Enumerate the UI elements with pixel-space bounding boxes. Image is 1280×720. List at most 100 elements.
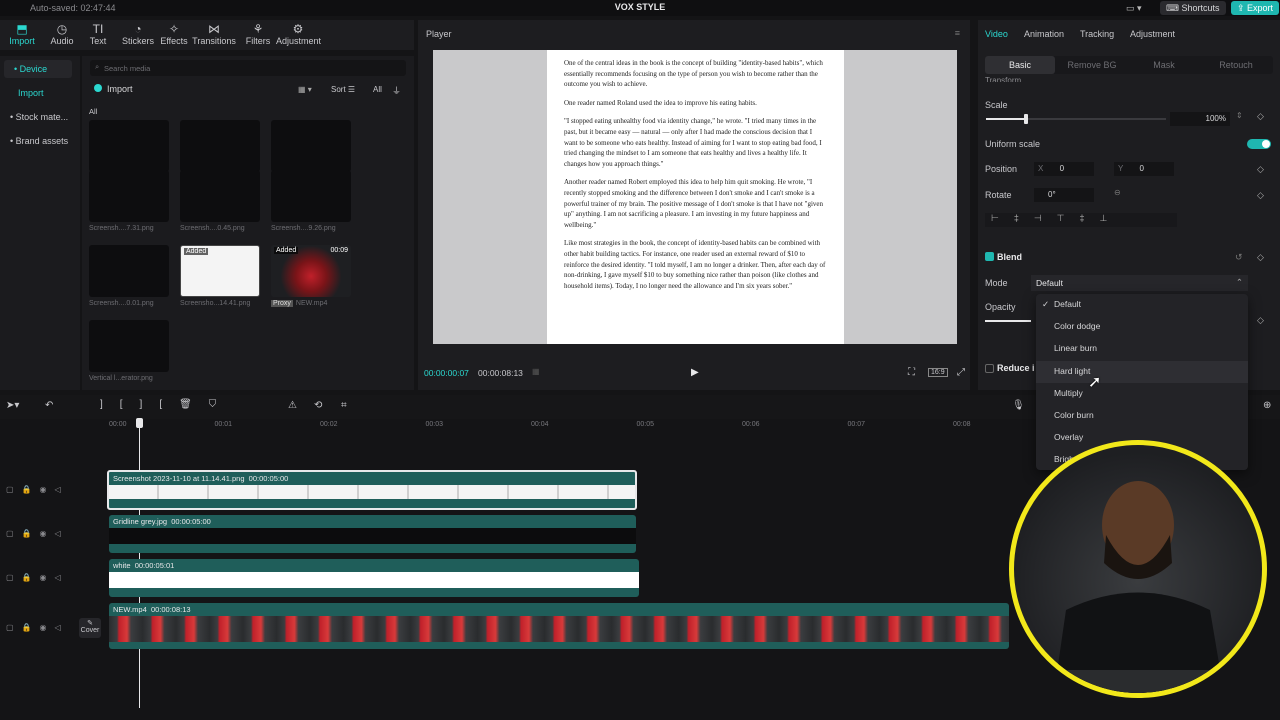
- ruler-tick: 00:01: [214, 421, 233, 428]
- rotate-keyframe-icon[interactable]: ◇: [1257, 190, 1264, 201]
- undo-icon[interactable]: ↶: [45, 400, 53, 411]
- blend-option[interactable]: Color dodge: [1036, 316, 1248, 338]
- tool-adjustment[interactable]: ⚙ Adjustment: [276, 22, 321, 46]
- effects-icon: ✧: [168, 22, 180, 36]
- opacity-slider[interactable]: [985, 320, 1031, 322]
- blend-option[interactable]: Multiply: [1036, 383, 1248, 405]
- player-panel: One of the central ideas in the book is …: [418, 46, 970, 390]
- subtab-basic[interactable]: Basic: [985, 56, 1055, 74]
- media-thumbnail[interactable]: [271, 170, 351, 222]
- keyframe-icon[interactable]: ◇: [1257, 111, 1264, 122]
- expand-icon[interactable]: ⤢: [957, 367, 965, 378]
- scale-stepper-icon[interactable]: ⇕: [1236, 111, 1243, 120]
- scale-slider[interactable]: [986, 114, 1166, 124]
- tool-text[interactable]: TI Text: [76, 22, 120, 46]
- rotate-icon[interactable]: ⟲: [314, 400, 322, 411]
- mouse-cursor-icon: ➚: [1088, 374, 1102, 391]
- import-button[interactable]: Import: [94, 84, 133, 94]
- opacity-label: Opacity: [985, 302, 1016, 312]
- align-tools[interactable]: ⊢‡⊣⊤‡⊥: [985, 213, 1177, 227]
- zoom-icon[interactable]: ⊕: [1263, 400, 1271, 411]
- scale-value[interactable]: 100%: [1170, 112, 1230, 126]
- position-x-input[interactable]: X 0: [1034, 162, 1094, 176]
- tab-animation[interactable]: Animation: [1024, 29, 1064, 39]
- blend-checkbox[interactable]: [985, 252, 994, 261]
- sidebar-item-brand[interactable]: • Brand assets: [0, 132, 80, 150]
- opacity-keyframe-icon[interactable]: ◇: [1257, 315, 1264, 326]
- preview-canvas[interactable]: One of the central ideas in the book is …: [433, 50, 957, 344]
- subtab-mask[interactable]: Mask: [1129, 56, 1199, 74]
- media-thumbnail[interactable]: Added 00:09: [271, 245, 351, 297]
- media-thumbnail[interactable]: [271, 120, 351, 172]
- menu-icon[interactable]: ≡: [955, 28, 960, 38]
- media-thumbnail[interactable]: [180, 170, 260, 222]
- edit-tools[interactable]: ][][🗑⛉: [100, 399, 233, 410]
- blend-option[interactable]: Hard light: [1036, 360, 1248, 383]
- sidebar-item-device[interactable]: • Device: [4, 60, 72, 78]
- track-3-controls[interactable]: ▢🔒◉◁: [6, 573, 69, 582]
- search-input[interactable]: ⌕ Search media: [90, 60, 406, 76]
- sidebar-item-import[interactable]: Import: [0, 84, 80, 102]
- subtab-retouch[interactable]: Retouch: [1201, 56, 1271, 74]
- reset-icon[interactable]: ↺: [1235, 252, 1243, 263]
- blend-keyframe-icon[interactable]: ◇: [1257, 252, 1264, 263]
- ruler-tick: 00:04: [531, 421, 549, 428]
- media-thumbnail[interactable]: Added: [180, 245, 260, 297]
- select-tool-icon[interactable]: ➤▾: [6, 400, 19, 411]
- tool-import[interactable]: ⬒ Import: [0, 22, 44, 46]
- media-thumbnail[interactable]: [89, 170, 169, 222]
- scale-slider-handle[interactable]: [1023, 114, 1028, 124]
- clip-gridline[interactable]: Gridline grey.jpg 00:00:05:00: [109, 515, 636, 553]
- text-icon: TI: [92, 22, 104, 36]
- reduce-checkbox[interactable]: [985, 364, 994, 373]
- view-toggle-icon[interactable]: ▦ ▾: [298, 85, 312, 94]
- tab-tracking[interactable]: Tracking: [1080, 29, 1114, 39]
- rotate-input[interactable]: 0°: [1034, 188, 1094, 202]
- tool-effects[interactable]: ✧ Effects: [152, 22, 196, 46]
- media-sidebar: • Device Import • Stock mate... • Brand …: [0, 56, 80, 390]
- blend-option[interactable]: Color burn: [1036, 405, 1248, 427]
- timecode-grid-icon[interactable]: ▦: [532, 367, 540, 376]
- media-thumbnail[interactable]: [89, 320, 169, 372]
- layout-icon[interactable]: ▭ ▾: [1120, 1, 1148, 15]
- uniform-scale-toggle[interactable]: [1247, 139, 1271, 149]
- shortcuts-button[interactable]: ⌨ Shortcuts: [1160, 1, 1226, 15]
- blend-option[interactable]: Linear burn: [1036, 338, 1248, 360]
- flip-icon[interactable]: ⊖: [1114, 188, 1121, 197]
- media-caption: Screensh....0.01.png: [89, 300, 154, 307]
- play-icon[interactable]: ▶: [691, 367, 699, 378]
- track-4-controls[interactable]: ▢🔒◉◁: [6, 623, 69, 632]
- all-filter-button[interactable]: All: [373, 85, 382, 94]
- blend-option[interactable]: ✓ Default: [1036, 294, 1248, 316]
- position-keyframe-icon[interactable]: ◇: [1257, 164, 1264, 175]
- tool-filters[interactable]: ⚘ Filters: [236, 22, 280, 46]
- filter-icon[interactable]: ⏚: [392, 84, 401, 97]
- media-thumbnail[interactable]: [180, 120, 260, 172]
- ruler-tick: 00:07: [847, 421, 866, 428]
- clip-white[interactable]: white 00:00:05:01: [109, 559, 639, 597]
- subtab-remove-bg[interactable]: Remove BG: [1057, 56, 1127, 74]
- tab-adjustment[interactable]: Adjustment: [1130, 29, 1175, 39]
- import-icon: ⬒: [16, 22, 28, 36]
- clip-screenshot[interactable]: Screenshot 2023-11-10 at 11.14.41.png 00…: [107, 470, 637, 510]
- tool-transitions[interactable]: ⋈ Transitions: [192, 22, 236, 46]
- media-thumbnail[interactable]: [89, 120, 169, 172]
- track-2-controls[interactable]: ▢🔒◉◁: [6, 529, 69, 538]
- cover-button[interactable]: ✎ Cover: [79, 618, 101, 638]
- microphone-icon[interactable]: 🎙: [1012, 400, 1025, 411]
- media-thumbnail[interactable]: [89, 245, 169, 297]
- clip-video[interactable]: NEW.mp4 00:00:08:13: [109, 603, 1009, 649]
- player-header: Player ≡: [418, 20, 970, 46]
- track-1-controls[interactable]: ▢🔒◉◁: [6, 485, 69, 494]
- crop-icon[interactable]: ⌗: [341, 400, 347, 411]
- sidebar-item-stock[interactable]: • Stock mate...: [0, 108, 80, 126]
- export-button[interactable]: ⇪ Export: [1231, 1, 1280, 15]
- tab-video[interactable]: Video: [985, 29, 1008, 39]
- mirror-icon[interactable]: ⚠: [288, 400, 297, 411]
- mode-select[interactable]: Default ⌃: [1031, 275, 1248, 291]
- position-y-input[interactable]: Y 0: [1114, 162, 1174, 176]
- sort-button[interactable]: Sort ☰: [331, 85, 355, 94]
- playhead-handle[interactable]: [136, 418, 143, 428]
- fullscreen-crop-icon[interactable]: ⛶: [908, 367, 915, 378]
- ratio-button[interactable]: 16:9: [928, 368, 948, 377]
